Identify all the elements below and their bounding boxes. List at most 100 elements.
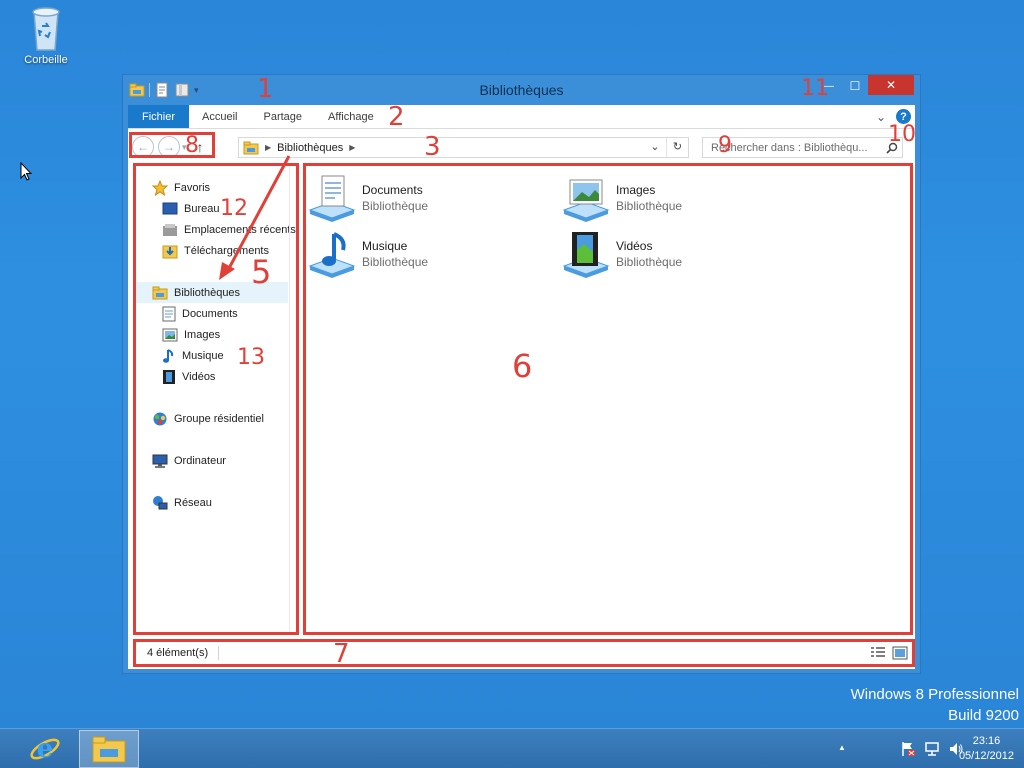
annotation-label: 9 — [718, 133, 732, 158]
expand-ribbon-icon[interactable]: ⌄ — [876, 111, 886, 123]
nav-item-label: Favoris — [174, 181, 211, 194]
star-icon — [152, 179, 168, 196]
action-center-flag-icon[interactable] — [900, 741, 916, 757]
desktop-icon — [162, 202, 178, 214]
status-bar: 4 élément(s) — [133, 639, 915, 667]
annotation-label: 5 — [251, 253, 272, 291]
taskbar-file-explorer-button[interactable] — [79, 730, 139, 768]
os-watermark: Windows 8 Professionnel Build 9200 — [851, 684, 1019, 726]
videos-library-icon — [562, 232, 610, 278]
film-strip-icon — [163, 369, 175, 384]
recycle-bin-desktop-icon[interactable]: Corbeille — [16, 6, 76, 66]
details-view-icon[interactable] — [870, 646, 886, 660]
annotation-box-nav-buttons — [129, 132, 215, 158]
nav-item-label: Réseau — [174, 496, 212, 509]
tab-partage[interactable]: Partage — [250, 105, 315, 128]
clock-date: 05/12/2012 — [958, 750, 1014, 762]
documents-library-icon — [308, 175, 356, 222]
annotation-label: 7 — [333, 639, 350, 669]
refresh-icon[interactable]: ↻ — [666, 138, 688, 157]
nav-item-musique[interactable]: Musique — [136, 345, 296, 366]
network-status-icon[interactable] — [924, 741, 940, 757]
nav-item-label: Musique — [182, 349, 224, 362]
nav-item-label: Vidéos — [182, 370, 216, 383]
library-tile-documents[interactable]: Documents Bibliothèque — [308, 174, 428, 222]
annotation-label: 8 — [185, 133, 199, 158]
libraries-folder-icon — [243, 141, 259, 154]
large-icons-view-icon[interactable] — [892, 646, 908, 660]
content-pane: Documents Bibliothèque Images Bibliothèque… — [303, 163, 913, 635]
watermark-edition: Windows 8 Professionnel — [850, 686, 1019, 703]
annotation-label: 12 — [220, 196, 248, 221]
tab-fichier[interactable]: Fichier — [128, 105, 190, 128]
tab-accueil[interactable]: Accueil — [189, 105, 250, 128]
annotation-label: 2 — [388, 102, 405, 132]
libraries-folder-icon — [152, 286, 168, 299]
annotation-label: 1 — [257, 74, 274, 104]
document-icon — [162, 306, 176, 321]
taskbar-internet-explorer-button[interactable]: e — [15, 730, 75, 768]
recycle-bin-icon — [32, 7, 60, 51]
search-input[interactable]: Rechercher dans : Bibliothèqu... — [711, 142, 868, 154]
annotation-label: 10 — [888, 122, 916, 147]
nav-item-videos[interactable]: Vidéos — [136, 366, 296, 387]
library-tile-images[interactable]: Images Bibliothèque — [562, 174, 682, 222]
system-tray — [900, 741, 964, 757]
close-button[interactable]: ✕ — [868, 75, 914, 95]
nav-item-documents[interactable]: Documents — [136, 303, 296, 324]
tile-name: Images — [616, 183, 656, 197]
library-tile-videos[interactable]: Vidéos Bibliothèque — [562, 230, 682, 278]
item-count: 4 élément(s) — [147, 647, 209, 659]
annotation-label: 11 — [801, 76, 829, 101]
view-buttons — [870, 646, 908, 660]
close-icon: ✕ — [885, 78, 897, 92]
breadcrumb-separator-icon: ▶ — [265, 143, 272, 152]
nav-item-images[interactable]: Images — [136, 324, 296, 345]
homegroup-icon — [153, 412, 167, 425]
status-separator — [218, 646, 220, 660]
annotation-label: 3 — [424, 132, 441, 162]
nav-item-reseau[interactable]: Réseau — [136, 492, 296, 513]
maximize-button[interactable]: ☐ — [842, 75, 868, 97]
mouse-cursor-icon — [20, 162, 32, 181]
address-controls: ⌄ ↻ — [644, 138, 688, 157]
tile-type: Bibliothèque — [362, 199, 429, 213]
window-controls: — ☐ ✕ — [816, 75, 914, 97]
search-box[interactable]: Rechercher dans : Bibliothèqu... — [702, 137, 903, 158]
tile-type: Bibliothèque — [616, 255, 683, 269]
downloads-folder-icon — [162, 245, 178, 258]
network-icon — [153, 495, 168, 509]
file-explorer-icon — [92, 736, 126, 763]
internet-explorer-icon: e — [30, 734, 60, 764]
tile-name: Documents — [362, 183, 423, 197]
recycle-bin-label: Corbeille — [24, 54, 68, 66]
tile-type: Bibliothèque — [616, 199, 683, 213]
nav-item-label: Bibliothèques — [174, 286, 241, 299]
taskbar: e ▲ 23:16 05/12/2012 — [0, 728, 1024, 768]
nav-item-label: Ordinateur — [174, 454, 226, 467]
svg-text:e: e — [37, 734, 54, 764]
breadcrumb[interactable]: Bibliothèques — [277, 142, 343, 154]
annotation-label: 13 — [237, 345, 265, 370]
nav-item-label: Images — [184, 328, 221, 341]
nav-item-label: Groupe résidentiel — [174, 412, 264, 425]
nav-item-ordinateur[interactable]: Ordinateur — [136, 450, 296, 471]
nav-item-groupe-residentiel[interactable]: Groupe résidentiel — [136, 408, 296, 429]
library-tile-musique[interactable]: Musique Bibliothèque — [308, 230, 428, 278]
clock[interactable]: 23:16 05/12/2012 — [959, 734, 1014, 764]
tile-name: Musique — [362, 239, 408, 253]
clock-time: 23:16 — [972, 735, 1001, 747]
music-note-icon — [163, 348, 174, 363]
watermark-build: Build 9200 — [948, 707, 1019, 724]
nav-item-label: Documents — [182, 307, 238, 320]
music-library-icon — [308, 232, 356, 278]
recent-places-icon — [163, 223, 177, 236]
address-bar[interactable]: ▶ Bibliothèques ▶ ⌄ ↻ — [238, 137, 689, 158]
tile-type: Bibliothèque — [362, 255, 429, 269]
ribbon-tabs: Fichier Accueil Partage Affichage ⌄ ? — [128, 105, 915, 129]
address-dropdown-icon[interactable]: ⌄ — [644, 138, 666, 157]
annotation-label: 6 — [512, 347, 533, 385]
breadcrumb-separator-icon: ▶ — [349, 143, 356, 152]
tab-affichage[interactable]: Affichage — [315, 105, 387, 128]
show-hidden-icons-button[interactable]: ▲ — [838, 743, 846, 752]
